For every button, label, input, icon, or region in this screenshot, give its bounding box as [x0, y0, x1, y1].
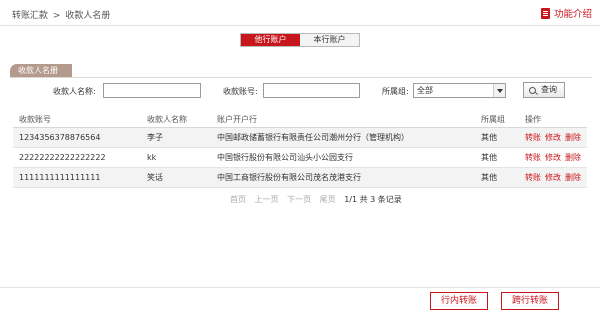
help-link[interactable]: 功能介绍: [540, 6, 592, 20]
row-name: 李子: [147, 133, 163, 142]
group-select[interactable]: 全部: [413, 83, 506, 98]
transfer-link[interactable]: 转账: [525, 133, 541, 142]
breadcrumb-parent[interactable]: 转账汇款: [12, 11, 48, 21]
tab-other-bank[interactable]: 他行账户: [241, 34, 300, 46]
payee-name-label: 收款人名称:: [53, 87, 96, 96]
group-label: 所属组:: [382, 87, 409, 96]
payee-account-label: 收款账号:: [223, 87, 258, 96]
row-group: 其他: [481, 173, 497, 182]
pager-first[interactable]: 首页: [230, 195, 246, 204]
tab-same-bank[interactable]: 本行账户: [300, 34, 359, 46]
edit-link[interactable]: 修改: [545, 153, 561, 162]
search-button-label: 查询: [541, 85, 557, 94]
table-row: 22222222222222222 kk 中国银行股份有限公司汕头小公园支行 其…: [13, 148, 587, 168]
section-title: 收款人名册: [10, 64, 72, 77]
search-button[interactable]: 查询: [523, 82, 565, 98]
search-icon: [529, 86, 536, 94]
pager-next[interactable]: 下一页: [287, 195, 311, 204]
row-bank: 中国银行股份有限公司汕头小公园支行: [217, 153, 353, 162]
payee-name-input[interactable]: [103, 83, 201, 98]
row-ops: 转账 修改 删除: [525, 168, 585, 188]
row-name: 笑话: [147, 173, 163, 182]
row-group: 其他: [481, 133, 497, 142]
header-group: 所属组: [481, 115, 505, 124]
edit-link[interactable]: 修改: [545, 173, 561, 182]
intra-bank-transfer-button[interactable]: 行内转账: [430, 292, 488, 310]
row-account: 22222222222222222: [19, 153, 106, 162]
chevron-down-icon: [493, 84, 505, 97]
row-bank: 中国邮政储蓄银行有限责任公司潮州分行（管理机构）: [217, 133, 409, 142]
transfer-link[interactable]: 转账: [525, 173, 541, 182]
filter-bar: 收款人名称: 收款账号: 所属组: 全部 查询: [0, 82, 600, 100]
breadcrumb-separator: >: [52, 11, 61, 21]
row-bank: 中国工商银行股份有限公司茂名茂港支行: [217, 173, 361, 182]
payee-table: 收款账号 收款人名称 账户开户行 所属组 操作 1234356378876564…: [13, 113, 587, 188]
row-name: kk: [147, 153, 157, 162]
breadcrumb: 转账汇款 > 收款人名册: [12, 8, 112, 21]
pagination: 首页 上一页 下一页 尾页 1/1 共 3 条记录: [230, 194, 402, 205]
row-group: 其他: [481, 153, 497, 162]
row-ops: 转账 修改 删除: [525, 148, 585, 168]
pager-prev[interactable]: 上一页: [255, 195, 279, 204]
table-row: 1234356378876564 李子 中国邮政储蓄银行有限责任公司潮州分行（管…: [13, 128, 587, 148]
row-account: 1234356378876564: [19, 133, 101, 142]
header-name: 收款人名称: [147, 115, 187, 124]
help-label: 功能介绍: [553, 9, 592, 20]
header-account: 收款账号: [19, 115, 51, 124]
table-header: 收款账号 收款人名称 账户开户行 所属组 操作: [13, 113, 587, 128]
edit-link[interactable]: 修改: [545, 133, 561, 142]
top-bar: 转账汇款 > 收款人名册 功能介绍: [0, 0, 600, 26]
footer-divider: [0, 287, 600, 288]
group-selected-value: 全部: [417, 86, 433, 95]
delete-link[interactable]: 删除: [565, 173, 581, 182]
payee-account-input[interactable]: [263, 83, 360, 98]
pager-count: 1/1 共 3 条记录: [344, 195, 402, 204]
delete-link[interactable]: 删除: [565, 133, 581, 142]
header-bank: 账户开户行: [217, 115, 257, 124]
account-type-tabs: 他行账户 本行账户: [240, 33, 360, 47]
row-ops: 转账 修改 删除: [525, 128, 585, 148]
row-account: 1111111111111111: [19, 173, 101, 182]
breadcrumb-current: 收款人名册: [65, 11, 111, 21]
transfer-link[interactable]: 转账: [525, 153, 541, 162]
book-icon: [540, 7, 550, 19]
pager-last[interactable]: 尾页: [320, 195, 336, 204]
section-divider: [10, 77, 592, 78]
inter-bank-transfer-button[interactable]: 跨行转账: [501, 292, 559, 310]
header-ops: 操作: [525, 115, 541, 124]
table-row: 1111111111111111 笑话 中国工商银行股份有限公司茂名茂港支行 其…: [13, 168, 587, 188]
delete-link[interactable]: 删除: [565, 153, 581, 162]
